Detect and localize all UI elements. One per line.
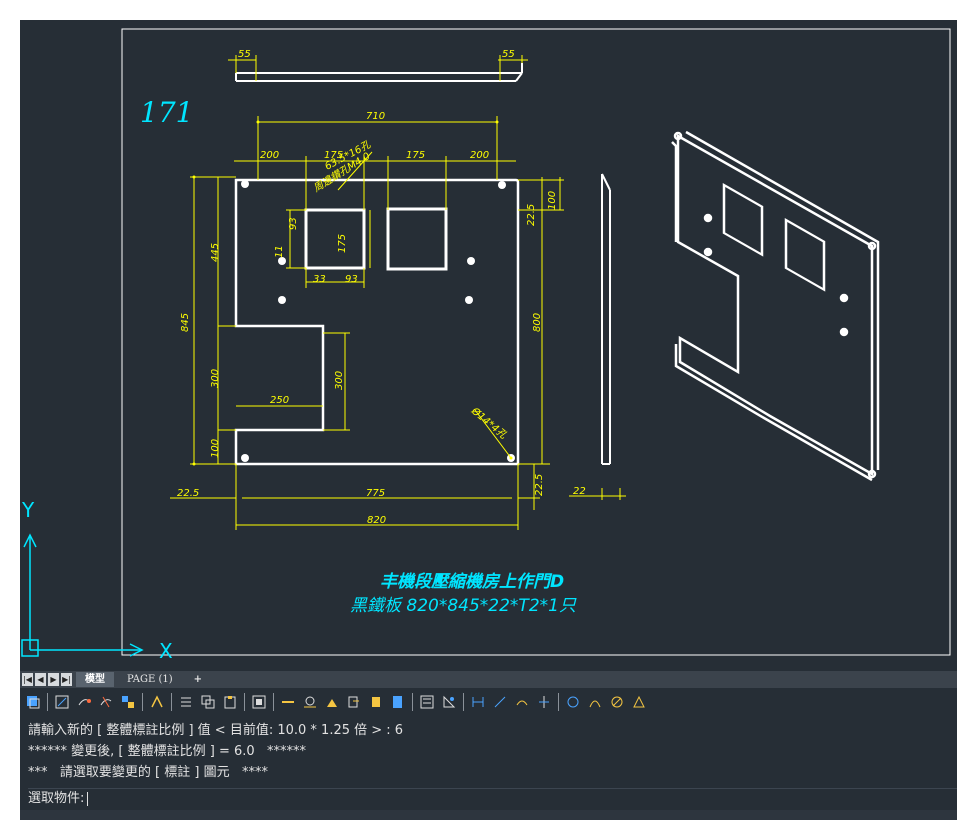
- dim-22-5-right: 22.5: [526, 204, 537, 226]
- last-tab-button[interactable]: ▶|: [61, 673, 72, 686]
- dim-22-5-bottom-right: 22.5: [534, 474, 545, 496]
- dim-33-window: 33: [313, 274, 326, 285]
- inspect-icon[interactable]: [631, 694, 647, 710]
- baseline-dim-icon[interactable]: [470, 694, 486, 710]
- title-line-1: 丰機段壓縮機房上作門D: [380, 572, 564, 592]
- aligned-dim-icon[interactable]: [302, 694, 318, 710]
- space-dim-icon[interactable]: [514, 694, 530, 710]
- arc-dim-icon[interactable]: [324, 694, 340, 710]
- paste-icon[interactable]: [222, 694, 238, 710]
- drawing-canvas[interactable]: 55 55 171 710 200 175 175 200 63.5*16孔 周…: [20, 20, 957, 672]
- dim-250: 250: [270, 395, 289, 406]
- dim-775: 775: [366, 488, 385, 499]
- prev-tab-button[interactable]: ◀: [35, 673, 46, 686]
- dim-100-right: 100: [547, 191, 558, 210]
- sheet-number: 171: [140, 96, 193, 129]
- dim-800: 800: [532, 313, 543, 332]
- cad-window: 55 55 171 710 200 175 175 200 63.5*16孔 周…: [20, 20, 957, 820]
- history-line-1: 請輸入新的 [ 整體標註比例 ] 值 < 目前值: 10.0 * 1.25 倍 …: [28, 723, 404, 738]
- dim-300-left: 300: [210, 369, 221, 388]
- linear-dim-icon[interactable]: [280, 694, 296, 710]
- dim-820: 820: [367, 515, 386, 526]
- unlink-icon[interactable]: [98, 694, 114, 710]
- match-icon[interactable]: [54, 694, 70, 710]
- center-mark-icon[interactable]: [609, 694, 625, 710]
- ordinate-dim-icon[interactable]: [346, 694, 362, 710]
- break-dim-icon[interactable]: [536, 694, 552, 710]
- radius-dim-icon[interactable]: [368, 694, 384, 710]
- list-icon[interactable]: [178, 694, 194, 710]
- tab-model[interactable]: 模型: [76, 672, 114, 687]
- add-layout-button[interactable]: +: [186, 672, 210, 687]
- command-line-input[interactable]: 選取物件:: [28, 788, 957, 809]
- dim-845: 845: [180, 313, 191, 332]
- dim-175-b: 175: [406, 150, 425, 161]
- diameter-dim-icon[interactable]: [419, 694, 435, 710]
- dim-93-window-b: 93: [345, 274, 358, 285]
- quick-dim-icon[interactable]: [251, 694, 267, 710]
- tab-page-1[interactable]: PAGE (1): [118, 672, 182, 687]
- dim-93-window: 93: [288, 217, 299, 230]
- command-history: 請輸入新的 [ 整體標註比例 ] 值 < 目前值: 10.0 * 1.25 倍 …: [28, 720, 957, 784]
- angular-dim-icon[interactable]: [441, 694, 457, 710]
- ucs-y-label: Y: [21, 498, 35, 522]
- dim-710: 710: [366, 111, 385, 122]
- text-caret: [87, 791, 89, 806]
- jogged-dim-icon[interactable]: [390, 694, 406, 710]
- leader-icon[interactable]: [565, 694, 581, 710]
- dim-55-right: 55: [502, 49, 515, 60]
- dim-11-window: 11: [274, 245, 285, 258]
- dim-200-left: 200: [260, 150, 279, 161]
- dim-55-left: 55: [238, 49, 251, 60]
- block-icon[interactable]: [120, 694, 136, 710]
- dim-175-window: 175: [337, 234, 348, 253]
- dim-300-notch: 300: [334, 371, 345, 390]
- history-line-3: *** 請選取要變更的 [ 標註 ] 圖元 ****: [28, 765, 268, 780]
- command-prompt: 選取物件:: [28, 791, 85, 806]
- title-line-2: 黑鐵板 820*845*22*T2*1只: [350, 596, 577, 616]
- history-line-2: ****** 變更後, [ 整體標註比例 ] = 6.0 ******: [28, 744, 307, 759]
- status-bar: [20, 810, 957, 820]
- dim-445: 445: [210, 243, 221, 262]
- dim-22-5-bottom: 22.5: [177, 488, 199, 499]
- link-icon[interactable]: [76, 694, 92, 710]
- copy-icon[interactable]: [200, 694, 216, 710]
- ucs-x-label: X: [159, 639, 173, 663]
- first-tab-button[interactable]: |◀: [22, 673, 33, 686]
- dim-100-left: 100: [210, 439, 221, 458]
- dim-200-right: 200: [470, 150, 489, 161]
- dim-22-side: 22: [573, 486, 586, 497]
- tolerance-icon[interactable]: [587, 694, 603, 710]
- dimension-toolbar: [20, 688, 957, 716]
- text-icon[interactable]: [149, 694, 165, 710]
- next-tab-button[interactable]: ▶: [48, 673, 59, 686]
- layers-icon[interactable]: [25, 694, 41, 710]
- continue-dim-icon[interactable]: [492, 694, 508, 710]
- layout-tab-bar: |◀ ◀ ▶ ▶| 模型 PAGE (1) +: [20, 671, 957, 688]
